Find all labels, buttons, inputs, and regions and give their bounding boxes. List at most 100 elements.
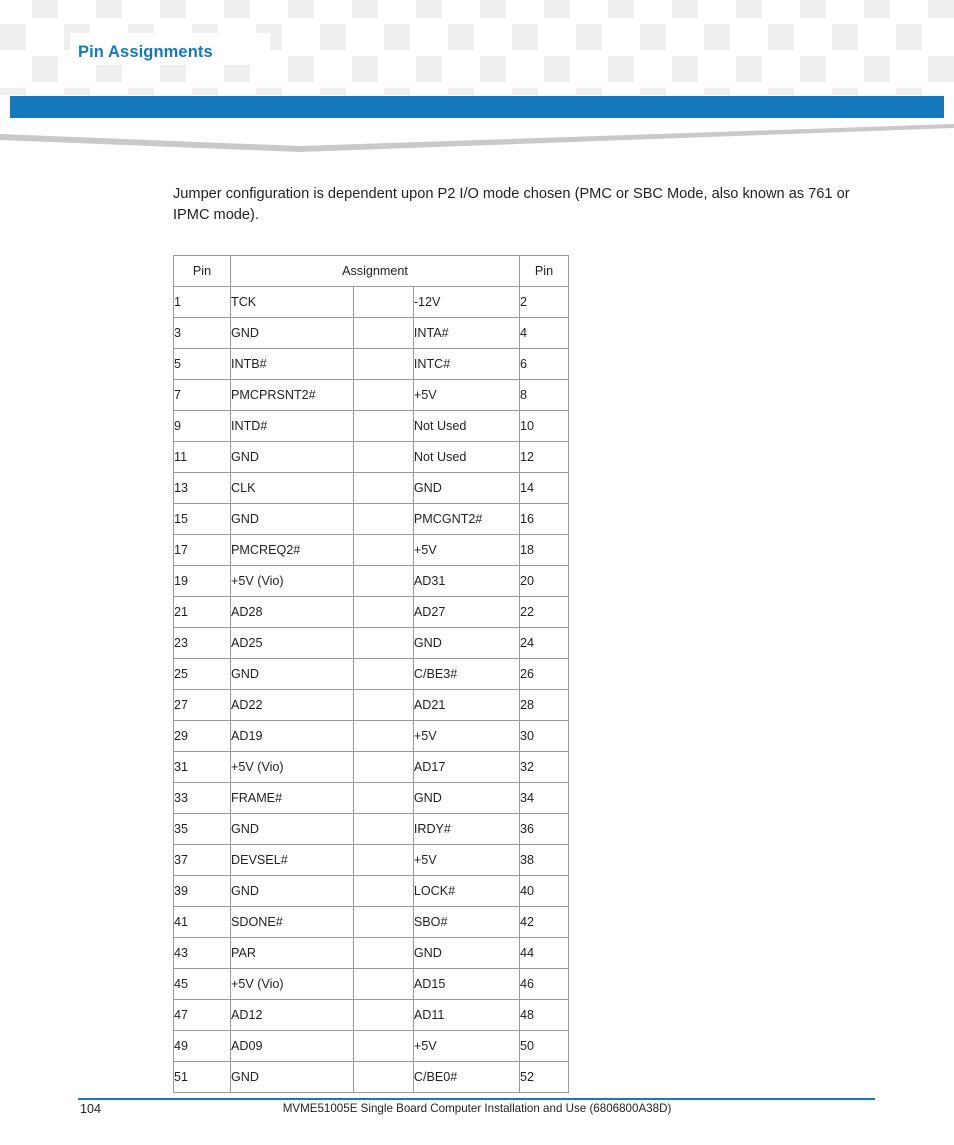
cell-pin-left: 51 [173, 1061, 231, 1093]
checker-square [32, 0, 58, 18]
cell-assignment-left: GND [230, 317, 354, 349]
cell-spacer [352, 751, 414, 783]
cell-assignment-right: +5V [412, 720, 521, 752]
cell-pin-left: 41 [173, 906, 231, 938]
checker-square [480, 0, 506, 18]
checker-square [800, 0, 826, 18]
cell-assignment-right: GND [412, 937, 521, 969]
checker-square [832, 88, 858, 95]
cell-pin-left: 45 [173, 968, 231, 1000]
cell-assignment-left: +5V (Vio) [230, 968, 354, 1000]
cell-assignment-left: INTD# [230, 410, 354, 442]
cell-assignment-left: AD28 [230, 596, 354, 628]
checker-square [576, 24, 602, 50]
cell-assignment-right: AD11 [412, 999, 521, 1031]
checker-square [768, 88, 794, 95]
table-row: 15 GND PMCGNT2# 16 [173, 503, 569, 535]
cell-pin-left: 5 [173, 348, 231, 380]
cell-assignment-left: PMCPRSNT2# [230, 379, 354, 411]
cell-assignment-left: +5V (Vio) [230, 565, 354, 597]
header-pin-left: Pin [173, 255, 231, 287]
cell-assignment-right: GND [412, 627, 521, 659]
checker-square [384, 88, 410, 95]
checker-square [352, 0, 378, 18]
cell-assignment-right: PMCGNT2# [412, 503, 521, 535]
table-row: 17 PMCREQ2# +5V 18 [173, 534, 569, 566]
table-row: 39 GND LOCK# 40 [173, 875, 569, 907]
cell-assignment-left: AD12 [230, 999, 354, 1031]
header-swoosh [0, 118, 954, 158]
cell-pin-right: 20 [519, 565, 569, 597]
intro-paragraph: Jumper configuration is dependent upon P… [173, 186, 850, 223]
cell-assignment-right: AD15 [412, 968, 521, 1000]
checker-square [544, 0, 570, 18]
cell-pin-left: 23 [173, 627, 231, 659]
cell-pin-right: 28 [519, 689, 569, 721]
cell-pin-left: 13 [173, 472, 231, 504]
cell-assignment-left: CLK [230, 472, 354, 504]
table-row: 49 AD09 +5V 50 [173, 1030, 569, 1062]
checker-square [704, 88, 730, 95]
checker-square [352, 56, 378, 82]
checker-square [832, 24, 858, 50]
cell-assignment-right: GND [412, 782, 521, 814]
cell-pin-left: 43 [173, 937, 231, 969]
cell-pin-left: 39 [173, 875, 231, 907]
cell-pin-left: 47 [173, 999, 231, 1031]
cell-spacer [352, 968, 414, 1000]
table-row: 23 AD25 GND 24 [173, 627, 569, 659]
cell-spacer [352, 317, 414, 349]
cell-assignment-left: PMCREQ2# [230, 534, 354, 566]
cell-pin-left: 33 [173, 782, 231, 814]
cell-spacer [352, 534, 414, 566]
cell-spacer [352, 782, 414, 814]
checker-square [64, 88, 90, 95]
checker-square [864, 56, 890, 82]
checker-square [736, 0, 762, 18]
cell-assignment-right: -12V [412, 286, 521, 318]
cell-assignment-right: SBO# [412, 906, 521, 938]
checker-square [576, 88, 602, 95]
cell-pin-right: 6 [519, 348, 569, 380]
cell-pin-left: 25 [173, 658, 231, 690]
table-row: 3 GND INTA# 4 [173, 317, 569, 349]
cell-assignment-left: GND [230, 441, 354, 473]
table-body: 1 TCK -12V 2 3 GND INTA# 4 5 INTB# INTC# 6 7 PMCPRSNT… [173, 286, 569, 1093]
cell-pin-right: 50 [519, 1030, 569, 1062]
cell-spacer [352, 813, 414, 845]
cell-assignment-right: IRDY# [412, 813, 521, 845]
checker-square [416, 0, 442, 18]
checker-square [864, 0, 890, 18]
cell-spacer [352, 999, 414, 1031]
checker-square [704, 24, 730, 50]
cell-assignment-right: AD17 [412, 751, 521, 783]
table-row: 7 PMCPRSNT2# +5V 8 [173, 379, 569, 411]
checker-square [736, 56, 762, 82]
table-row: 35 GND IRDY# 36 [173, 813, 569, 845]
cell-pin-left: 1 [173, 286, 231, 318]
cell-pin-left: 17 [173, 534, 231, 566]
table-row: 31 +5V (Vio) AD17 32 [173, 751, 569, 783]
table-row: 19 +5V (Vio) AD31 20 [173, 565, 569, 597]
cell-pin-left: 7 [173, 379, 231, 411]
cell-pin-right: 36 [519, 813, 569, 845]
checker-square [320, 24, 346, 50]
cell-assignment-right: +5V [412, 534, 521, 566]
checker-square [544, 56, 570, 82]
table-row: 1 TCK -12V 2 [173, 286, 569, 318]
checker-square [608, 56, 634, 82]
cell-spacer [352, 441, 414, 473]
cell-pin-left: 29 [173, 720, 231, 752]
table-row: 43 PAR GND 44 [173, 937, 569, 969]
cell-assignment-left: AD25 [230, 627, 354, 659]
cell-spacer [352, 1030, 414, 1062]
checker-square [288, 56, 314, 82]
cell-assignment-left: AD09 [230, 1030, 354, 1062]
cell-pin-left: 31 [173, 751, 231, 783]
cell-pin-right: 48 [519, 999, 569, 1031]
checker-square [224, 0, 250, 18]
cell-spacer [352, 627, 414, 659]
cell-pin-right: 26 [519, 658, 569, 690]
cell-assignment-right: GND [412, 472, 521, 504]
table-row: 29 AD19 +5V 30 [173, 720, 569, 752]
